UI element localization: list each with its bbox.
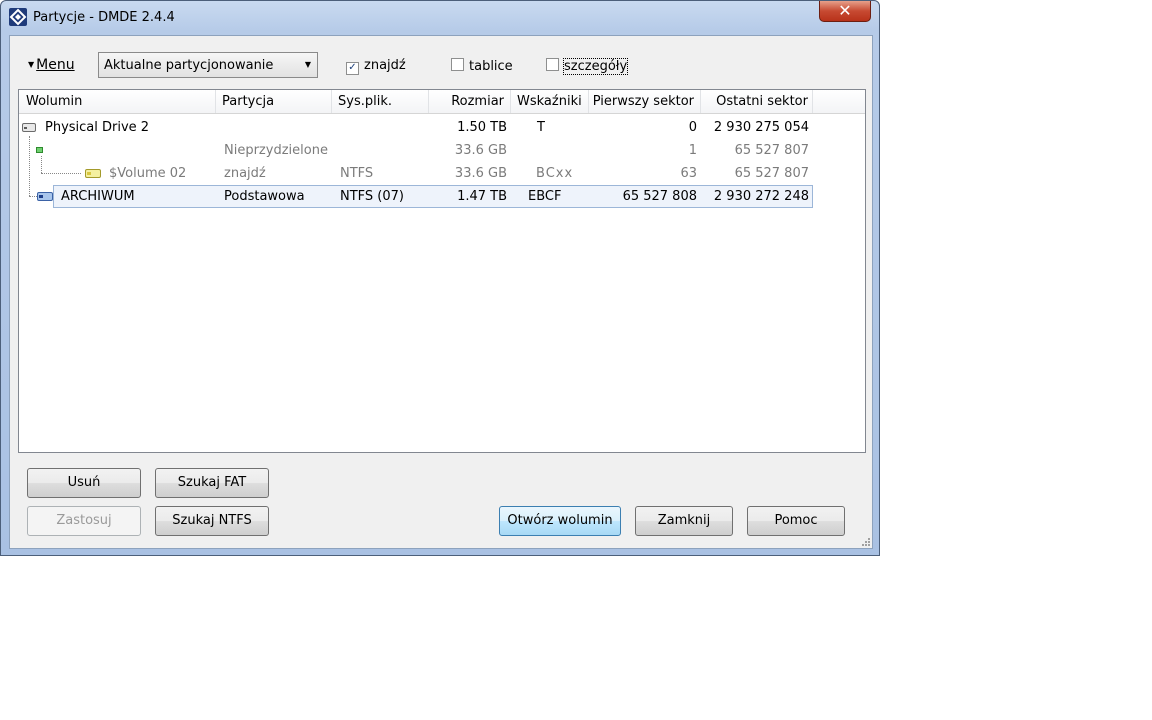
cell-wskazniki: EBCF: [528, 189, 562, 204]
cell-rozmiar: 1.47 TB: [457, 189, 507, 204]
partition-list[interactable]: Wolumin Partycja Sys.plik. Rozmiar Wskaź…: [18, 89, 866, 453]
volume-found-icon: [85, 169, 101, 178]
table-row[interactable]: $Volume 02 znajdź NTFS 33.6 GB BCxx 63 6…: [19, 162, 865, 185]
table-row[interactable]: Nieprzydzielone 33.6 GB 1 65 527 807: [19, 139, 865, 162]
delete-button[interactable]: Usuń: [27, 468, 141, 498]
checkbox-unchecked-icon: [546, 58, 559, 71]
cell-pierwszy-sektor: 1: [688, 143, 697, 158]
dialog-client-area: ▼ Menu Aktualne partycjonowanie ▼ ✓ znajdź…: [9, 35, 873, 549]
column-header-sys-plik[interactable]: Sys.plik.: [332, 90, 429, 113]
checkbox-tablice-label: tablice: [469, 59, 513, 74]
cell-ostatni-sektor: 65 527 807: [734, 143, 809, 158]
cell-ostatni-sektor: 2 930 275 054: [713, 120, 809, 135]
menu-label: Menu: [36, 57, 75, 73]
cell-pierwszy-sektor: 0: [688, 120, 697, 135]
cell-pierwszy-sektor: 63: [680, 166, 697, 181]
list-header: Wolumin Partycja Sys.plik. Rozmiar Wskaź…: [19, 90, 865, 114]
cell-ostatni-sektor: 65 527 807: [734, 166, 809, 181]
cell-partycja: Nieprzydzielone: [224, 143, 328, 158]
table-row[interactable]: Physical Drive 2 1.50 TB T 0 2 930 275 0…: [19, 116, 865, 139]
cell-rozmiar: 1.50 TB: [457, 120, 507, 135]
menu-button[interactable]: ▼ Menu: [28, 57, 75, 73]
resize-grip-icon[interactable]: [860, 536, 870, 546]
hard-drive-icon: [22, 123, 36, 132]
open-volume-button[interactable]: Otwórz wolumin: [499, 506, 621, 536]
column-header-wolumin[interactable]: Wolumin: [19, 90, 216, 113]
chevron-down-icon: ▼: [304, 60, 311, 69]
cell-wolumin: Physical Drive 2: [45, 120, 150, 135]
search-fat-button[interactable]: Szukaj FAT: [155, 468, 269, 498]
cell-partycja: znajdź: [224, 166, 266, 181]
partitioning-mode-select[interactable]: Aktualne partycjonowanie ▼: [98, 52, 318, 78]
unallocated-icon: [36, 147, 43, 153]
cell-sys: NTFS (07): [340, 189, 404, 204]
checkbox-znajdz[interactable]: ✓ znajdź: [346, 58, 406, 75]
cell-wskazniki: BCxx: [536, 166, 574, 181]
search-ntfs-button[interactable]: Szukaj NTFS: [155, 506, 269, 536]
checkbox-checked-icon: ✓: [346, 62, 359, 75]
column-header-rozmiar[interactable]: Rozmiar: [429, 90, 511, 113]
checkbox-szczegoly[interactable]: szczegóły: [546, 58, 629, 75]
cell-ostatni-sektor: 2 930 272 248: [713, 189, 809, 204]
close-window-button[interactable]: ✕: [819, 1, 871, 22]
column-header-partycja[interactable]: Partycja: [216, 90, 332, 113]
cell-partycja: Podstawowa: [224, 189, 305, 204]
help-button[interactable]: Pomoc: [747, 506, 845, 536]
cell-rozmiar: 33.6 GB: [454, 166, 507, 181]
cell-wolumin: $Volume 02: [109, 166, 187, 181]
dmde-app-icon: [9, 8, 27, 26]
cell-pierwszy-sektor: 65 527 808: [622, 189, 697, 204]
checkbox-szczegoly-label: szczegóły: [562, 58, 629, 75]
column-header-ostatni-sektor[interactable]: Ostatni sektor: [701, 90, 813, 113]
column-header-pierwszy-sektor[interactable]: Pierwszy sektor: [589, 90, 701, 113]
cell-rozmiar: 33.6 GB: [454, 143, 507, 158]
partitions-window: Partycje - DMDE 2.4.4 ✕ ▼ Menu Aktualne p…: [0, 0, 880, 556]
close-button[interactable]: Zamknij: [635, 506, 733, 536]
volume-primary-icon: [37, 192, 53, 201]
checkbox-tablice[interactable]: tablice: [451, 58, 513, 74]
cell-wskazniki: T: [537, 120, 545, 135]
cell-wolumin: ARCHIWUM: [61, 189, 135, 204]
menu-arrow-icon: ▼: [28, 60, 35, 69]
partitioning-mode-value: Aktualne partycjonowanie: [104, 58, 274, 73]
title-bar[interactable]: Partycje - DMDE 2.4.4 ✕: [1, 1, 879, 35]
checkbox-unchecked-icon: [451, 58, 464, 71]
window-title: Partycje - DMDE 2.4.4: [33, 10, 175, 25]
cell-sys: NTFS: [340, 166, 374, 181]
table-row-selected[interactable]: ARCHIWUM Podstawowa NTFS (07) 1.47 TB EB…: [19, 185, 865, 208]
column-header-wskazniki[interactable]: Wskaźniki: [511, 90, 589, 113]
apply-button[interactable]: Zastosuj: [27, 506, 141, 536]
checkbox-znajdz-label: znajdź: [364, 58, 406, 73]
